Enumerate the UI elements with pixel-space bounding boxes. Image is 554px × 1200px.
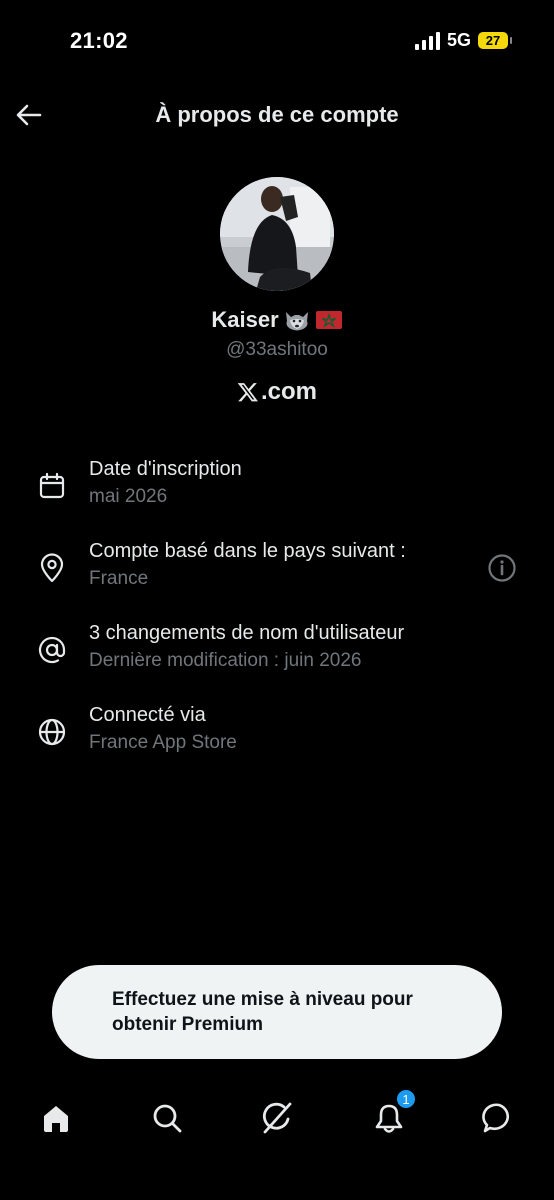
page-title: À propos de ce compte <box>155 102 399 127</box>
grok-icon <box>262 1102 292 1134</box>
bottom-navigation: 1 <box>0 1080 554 1160</box>
header: À propos de ce compte <box>0 90 554 140</box>
info-title: 3 changements de nom d'utilisateur <box>89 622 405 644</box>
info-item-country: Compte basé dans le pays suivant : Franc… <box>0 540 554 604</box>
nav-notifications[interactable]: 1 <box>369 1088 417 1138</box>
premium-banner-text: Effectuez une mise à niveau pour obtenir… <box>112 989 413 1035</box>
at-sign-icon <box>38 636 66 664</box>
display-name-row: Kaiser <box>0 307 554 333</box>
calendar-icon <box>39 472 65 499</box>
username: @33ashitoo <box>226 339 328 360</box>
notification-badge: 1 <box>395 1088 417 1110</box>
info-title: Connecté via <box>89 704 206 726</box>
location-pin-icon <box>40 553 64 583</box>
nav-grok[interactable] <box>257 1098 297 1138</box>
info-subtitle: Dernière modification : juin 2026 <box>89 650 362 671</box>
country-info-button[interactable] <box>486 552 518 584</box>
messages-icon <box>482 1103 509 1133</box>
wolf-emoji-icon <box>285 312 308 331</box>
network-type: 5G <box>446 30 471 50</box>
info-subtitle: France <box>89 568 149 589</box>
info-subtitle: mai 2026 <box>89 486 168 507</box>
info-circle-icon <box>488 554 516 582</box>
avatar-photo <box>220 177 334 291</box>
display-name: Kaiser <box>211 307 279 332</box>
morocco-flag-icon <box>315 311 342 329</box>
battery-level: 27 <box>485 33 501 48</box>
home-icon <box>44 1106 68 1132</box>
info-subtitle: France App Store <box>89 732 237 753</box>
premium-upgrade-banner[interactable]: Effectuez une mise à niveau pour obtenir… <box>52 965 502 1059</box>
brand-domain: .com <box>260 378 317 405</box>
status-bar: 21:02 5G 27 <box>0 0 554 80</box>
info-title: Compte basé dans le pays suivant : <box>89 540 406 562</box>
globe-icon <box>38 718 66 746</box>
status-time: 21:02 <box>70 28 128 53</box>
avatar[interactable] <box>220 177 334 291</box>
status-indicators: 5G 27 <box>414 30 512 51</box>
battery-icon: 27 <box>478 32 512 49</box>
search-icon <box>153 1104 182 1133</box>
nav-messages[interactable] <box>479 1098 519 1138</box>
signal-strength-icon <box>414 31 440 50</box>
info-item-username-changes: 3 changements de nom d'utilisateur Derni… <box>0 622 554 686</box>
info-title: Date d'inscription <box>89 458 242 480</box>
x-logo-icon <box>237 383 258 402</box>
info-item-join-date: Date d'inscription mai 2026 <box>0 458 554 522</box>
nav-search[interactable] <box>147 1098 187 1138</box>
nav-home[interactable] <box>36 1098 76 1138</box>
platform-brand: .com <box>0 378 554 406</box>
info-item-connected-via: Connecté via France App Store <box>0 704 554 768</box>
